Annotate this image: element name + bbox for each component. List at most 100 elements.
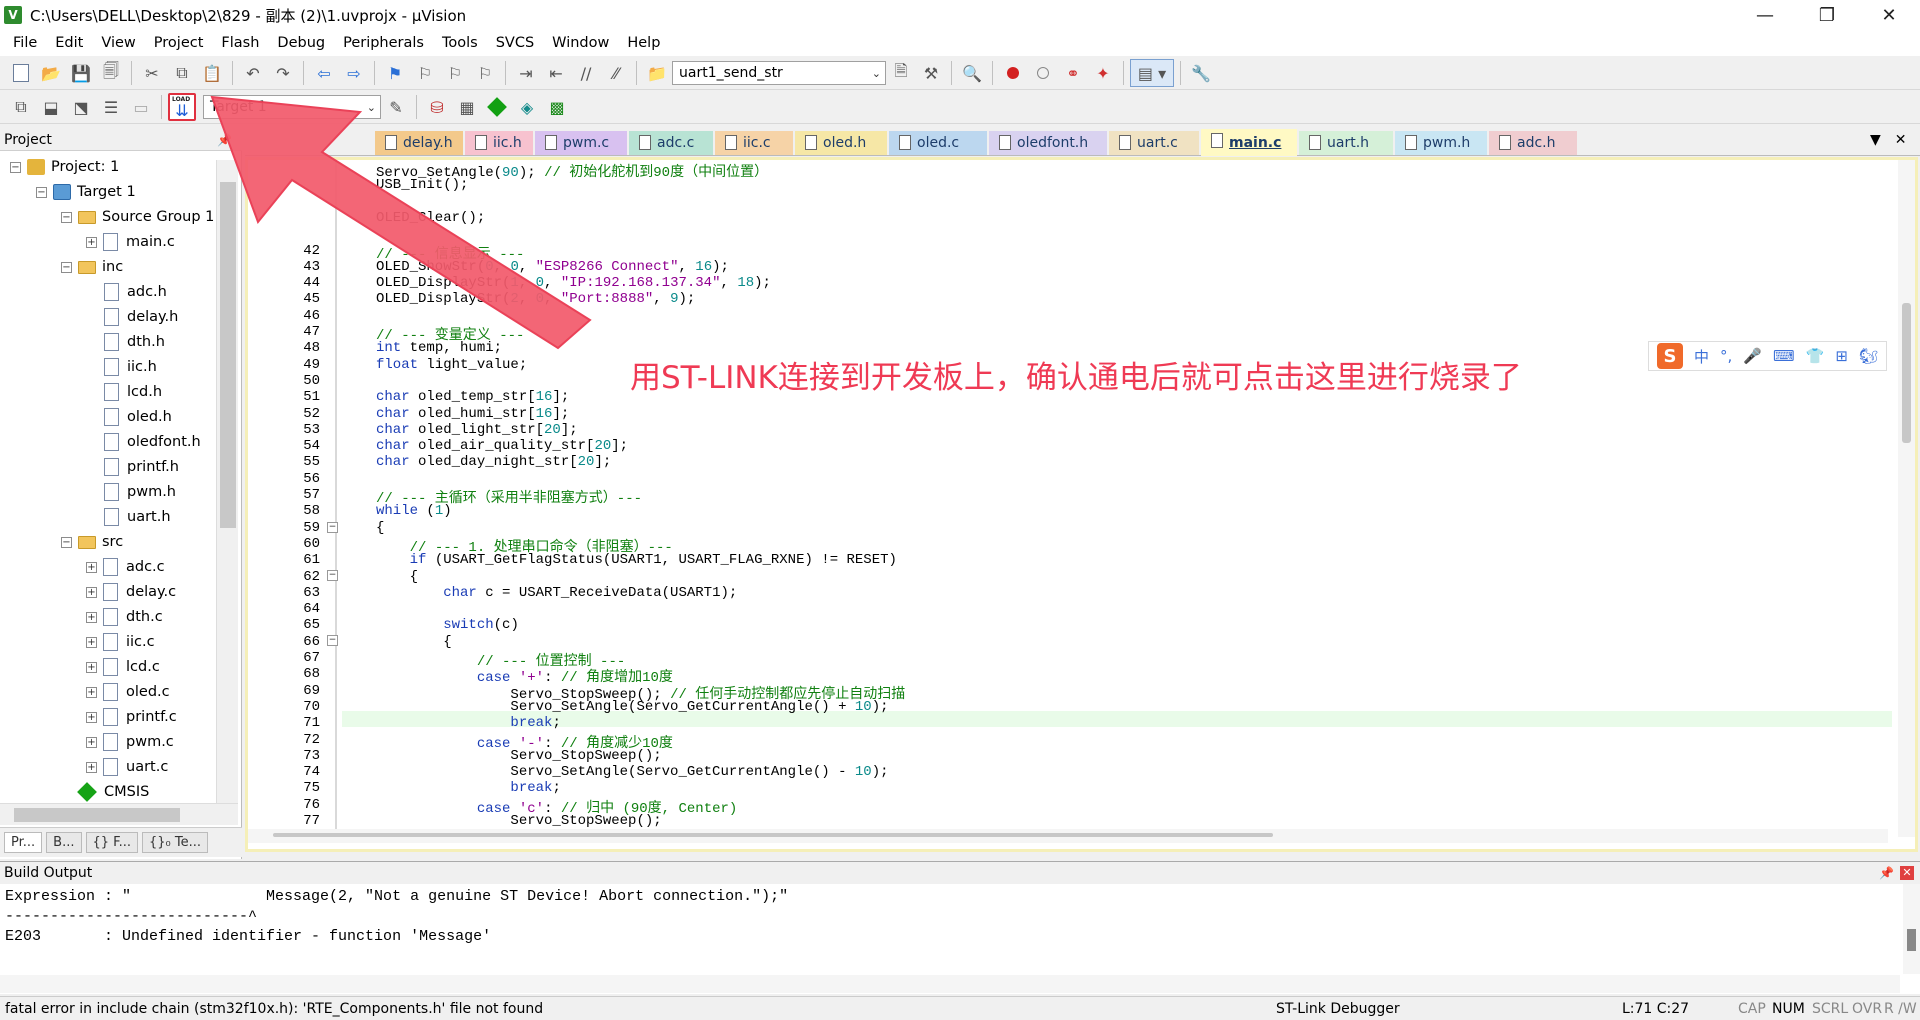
collapse-icon[interactable]: − [36,186,47,198]
close-button[interactable]: ✕ [1858,0,1920,30]
menu-debug[interactable]: Debug [268,35,334,51]
incremental-find-icon[interactable]: ⚒ [917,59,945,87]
build-output-vertical-scrollbar[interactable] [1903,884,1920,974]
tree-file[interactable]: lcd.h [104,380,162,404]
tree-file[interactable]: + adc.c [86,555,165,579]
tree-file[interactable]: + iic.c [86,630,155,654]
scrollbar-thumb[interactable] [1902,303,1911,443]
tree-file[interactable]: + pwm.c [86,730,174,754]
tree-project-root[interactable]: − Project: 1 [10,155,119,179]
navigate-back-icon[interactable]: ⇦ [310,59,338,87]
indent-icon[interactable]: ⇥ [512,59,540,87]
scrollbar-thumb[interactable] [14,808,180,822]
expand-icon[interactable]: + [86,236,97,248]
tree-file[interactable]: + dth.c [86,605,163,629]
redo-icon[interactable]: ↷ [269,59,297,87]
collapse-icon[interactable]: − [61,211,72,223]
ime-keyboard-icon[interactable]: ⌨ [1773,347,1795,365]
scrollbar-thumb[interactable] [273,833,1273,837]
expand-icon[interactable]: + [86,761,97,773]
navigate-forward-icon[interactable]: ⇨ [340,59,368,87]
editor-tab[interactable]: iic.h [465,131,533,155]
bookmark-clear-icon[interactable]: ⚐ [471,59,499,87]
expand-icon[interactable]: + [86,636,97,648]
ime-mascot-icon[interactable]: 🐿 [1859,347,1878,365]
editor-tab[interactable]: uart.h [1299,131,1393,155]
tree-file[interactable]: adc.h [104,280,167,304]
save-all-icon[interactable]: 🗐 [97,59,125,87]
tree-src-folder[interactable]: − src [61,530,123,554]
close-panel-icon[interactable]: ✕ [1900,865,1914,880]
paste-icon[interactable]: 📋 [198,59,226,87]
tab-list-icon[interactable]: ▼ [1870,132,1881,148]
project-horizontal-scrollbar[interactable] [0,803,238,825]
expand-icon[interactable]: + [86,611,97,623]
fold-icon[interactable]: − [327,522,338,533]
disable-breakpoints-icon[interactable]: ⚭ [1059,59,1087,87]
scrollbar-thumb[interactable] [1907,929,1916,951]
expand-icon[interactable]: + [86,561,97,573]
tree-source-group[interactable]: − Source Group 1 [61,205,214,229]
copy-icon[interactable]: ⧉ [168,59,196,87]
ime-toolbar[interactable]: S 中 °, 🎤 ⌨ 👕 ⊞ 🐿 [1648,341,1887,371]
tree-file[interactable]: oledfont.h [104,430,201,454]
tab-functions[interactable]: {} F... [85,832,138,853]
collapse-icon[interactable]: − [61,261,72,273]
editor-horizontal-scrollbar[interactable] [248,829,1888,843]
ime-toolbox-icon[interactable]: ⊞ [1835,347,1848,365]
batch-build-icon[interactable]: ☰ [97,93,125,121]
expand-icon[interactable]: + [86,686,97,698]
enable-breakpoint-icon[interactable] [1029,59,1057,87]
stop-build-icon[interactable]: ▭ [127,93,155,121]
tree-file-main-c[interactable]: + main.c [86,230,175,254]
comment-icon[interactable]: // [572,59,600,87]
editor-tab[interactable]: pwm.c [535,131,627,155]
ime-chinese-mode[interactable]: 中 [1694,346,1709,367]
new-file-icon[interactable] [7,59,35,87]
insert-breakpoint-icon[interactable] [999,59,1027,87]
menu-file[interactable]: File [4,35,46,51]
project-vertical-scrollbar[interactable] [216,160,238,820]
expand-icon[interactable]: + [86,711,97,723]
pack-installer-icon[interactable]: ▩ [543,93,571,121]
fold-icon[interactable]: − [327,635,338,646]
tab-project[interactable]: Pr... [4,832,43,853]
tree-cmsis[interactable]: CMSIS [77,780,149,804]
find-icon[interactable]: 🗎 [887,59,915,87]
editor-tab[interactable]: oled.c [889,131,987,155]
scrollbar-thumb[interactable] [220,182,236,528]
tree-file[interactable]: + lcd.c [86,655,160,679]
unindent-icon[interactable]: ⇤ [542,59,570,87]
tree-file[interactable]: oled.h [104,405,172,429]
uncomment-icon[interactable]: ⁄⁄ [602,59,630,87]
tree-file[interactable]: + oled.c [86,680,170,704]
pin-icon[interactable]: 📌 [217,133,232,147]
load-download-button[interactable]: LOAD ⇊ [168,93,196,121]
tree-file[interactable]: dth.h [104,330,165,354]
close-tab-icon[interactable]: ✕ [1895,132,1907,148]
bookmark-next-icon[interactable]: ⚐ [441,59,469,87]
minimize-button[interactable]: — [1734,0,1796,30]
cut-icon[interactable]: ✂ [138,59,166,87]
menu-project[interactable]: Project [145,35,213,51]
menu-peripherals[interactable]: Peripherals [334,35,433,51]
build-icon[interactable]: ⬓ [37,93,65,121]
ime-skin-icon[interactable]: 👕 [1806,347,1825,365]
menu-help[interactable]: Help [618,35,669,51]
menu-edit[interactable]: Edit [46,35,92,51]
tree-file[interactable]: printf.h [104,455,179,479]
editor-tab[interactable]: oledfont.h [989,131,1107,155]
tree-target[interactable]: − Target 1 [36,180,136,204]
ime-punctuation-icon[interactable]: °, [1720,347,1732,365]
expand-icon[interactable]: + [86,586,97,598]
editor-vertical-scrollbar[interactable] [1898,157,1915,837]
menu-svcs[interactable]: SVCS [487,35,543,51]
find-in-files-icon[interactable]: 📁 [643,59,671,87]
build-output-horizontal-scrollbar[interactable] [0,975,1900,993]
expand-icon[interactable]: + [86,736,97,748]
tab-templates[interactable]: {}₀ Te... [141,832,208,853]
bookmark-prev-icon[interactable]: ⚐ [411,59,439,87]
function-combo[interactable]: uart1_send_str ⌄ [672,61,886,85]
editor-tab[interactable]: delay.h [375,131,463,155]
tree-file[interactable]: + delay.c [86,580,176,604]
